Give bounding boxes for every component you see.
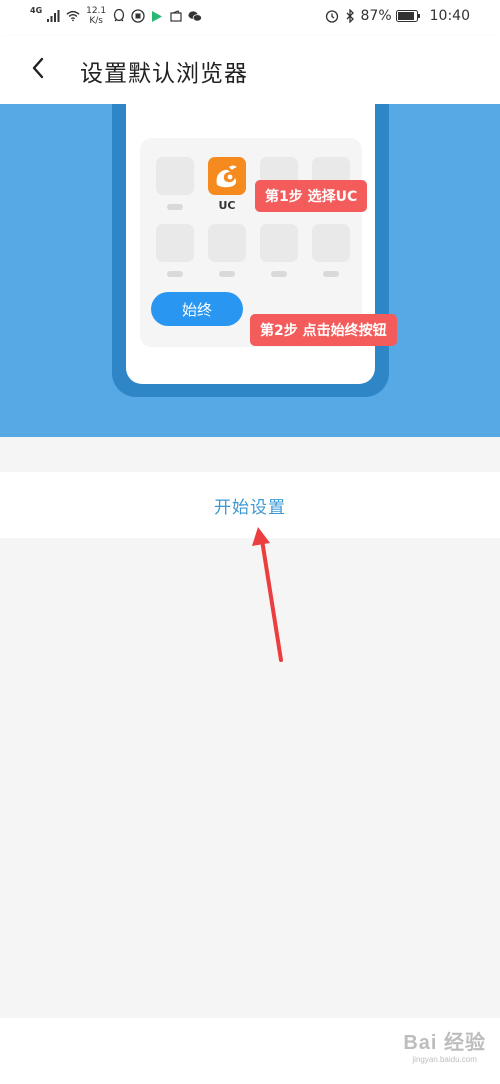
clock: 10:40 [429, 8, 470, 24]
app-label-placeholder [167, 204, 183, 210]
chevron-left-icon [31, 57, 45, 83]
app-label-placeholder [219, 271, 235, 277]
app-placeholder [260, 224, 298, 262]
network-type: 4G [30, 5, 43, 15]
start-setting-button[interactable]: 开始设置 [214, 493, 286, 518]
battery-percent: 87% [360, 8, 392, 24]
step2-tag: 第2步 点击始终按钮 [250, 314, 397, 346]
qq-icon [112, 9, 126, 23]
speed-unit: K/s [89, 16, 103, 26]
start-setting-row: 开始设置 [0, 472, 500, 538]
page-title: 设置默认浏览器 [80, 61, 248, 87]
status-bar: 4G 12.1 K/s 87% 10:40 [0, 0, 500, 36]
app-header: 设置默认浏览器 [0, 36, 500, 104]
app-placeholder [312, 224, 350, 262]
speed-value: 12.1 [86, 6, 107, 16]
watermark-main: Bai 经验 [403, 1032, 486, 1054]
guide-illustration: UC 始终 第1步 选择UC 第2步 点击始终按钮 [0, 104, 500, 437]
uc-browser-icon [208, 157, 246, 195]
app-label-placeholder [167, 271, 183, 277]
back-button[interactable] [22, 54, 54, 86]
app-label-placeholder [271, 271, 287, 277]
wifi-icon [66, 9, 80, 23]
phone-mockup: UC 始终 [112, 104, 389, 397]
app-placeholder [156, 224, 194, 262]
status-right: 87% 10:40 [325, 8, 470, 24]
app-label-placeholder [323, 271, 339, 277]
app-placeholder [208, 224, 246, 262]
baidu-watermark: Bai 经验 jingyan.baidu.com [403, 1026, 486, 1064]
status-left: 4G 12.1 K/s [30, 5, 203, 26]
wallet-icon [169, 9, 183, 23]
bottom-area: Bai 经验 jingyan.baidu.com [0, 1018, 500, 1084]
app-icon [131, 9, 145, 23]
wechat-icon [188, 9, 203, 23]
app-placeholder [156, 157, 194, 195]
watermark-sub: jingyan.baidu.com [412, 1055, 477, 1064]
play-icon [150, 9, 164, 23]
network-speed: 12.1 K/s [85, 6, 107, 26]
uc-label: UC [218, 199, 236, 212]
step1-tag: 第1步 选择UC [255, 180, 368, 212]
signal-icon [47, 9, 61, 23]
always-button[interactable]: 始终 [151, 292, 243, 326]
bluetooth-icon [343, 9, 357, 23]
battery-icon [395, 9, 420, 23]
alarm-icon [325, 9, 339, 23]
